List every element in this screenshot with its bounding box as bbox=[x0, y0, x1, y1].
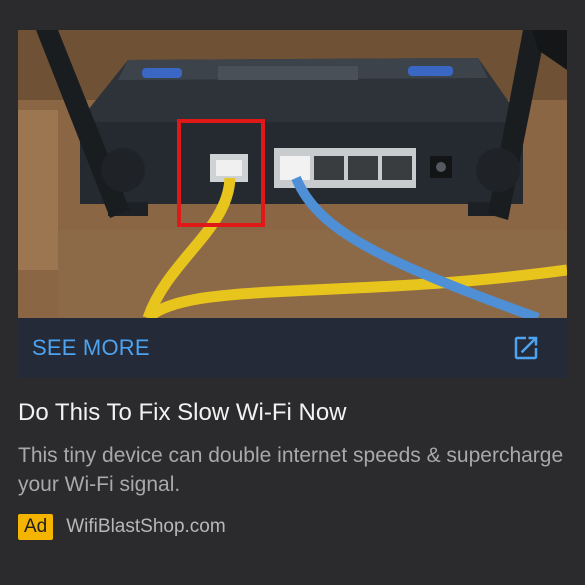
open-in-new-icon[interactable] bbox=[511, 333, 541, 363]
see-more-label: SEE MORE bbox=[32, 335, 150, 360]
ad-headline[interactable]: Do This To Fix Slow Wi-Fi Now bbox=[18, 397, 567, 429]
ad-card[interactable]: SEE MORE Do This To Fix Slow Wi-Fi Now T… bbox=[0, 0, 585, 585]
router-photo[interactable] bbox=[18, 30, 567, 318]
ad-description: This tiny device can double internet spe… bbox=[18, 444, 564, 496]
ad-badge: Ad bbox=[18, 514, 54, 540]
advertiser-domain[interactable]: WifiBlastShop.com bbox=[66, 516, 225, 538]
router-illustration bbox=[18, 30, 567, 318]
see-more-button[interactable]: SEE MORE bbox=[18, 318, 567, 378]
ad-attribution: Ad WifiBlastShop.com bbox=[18, 512, 226, 542]
